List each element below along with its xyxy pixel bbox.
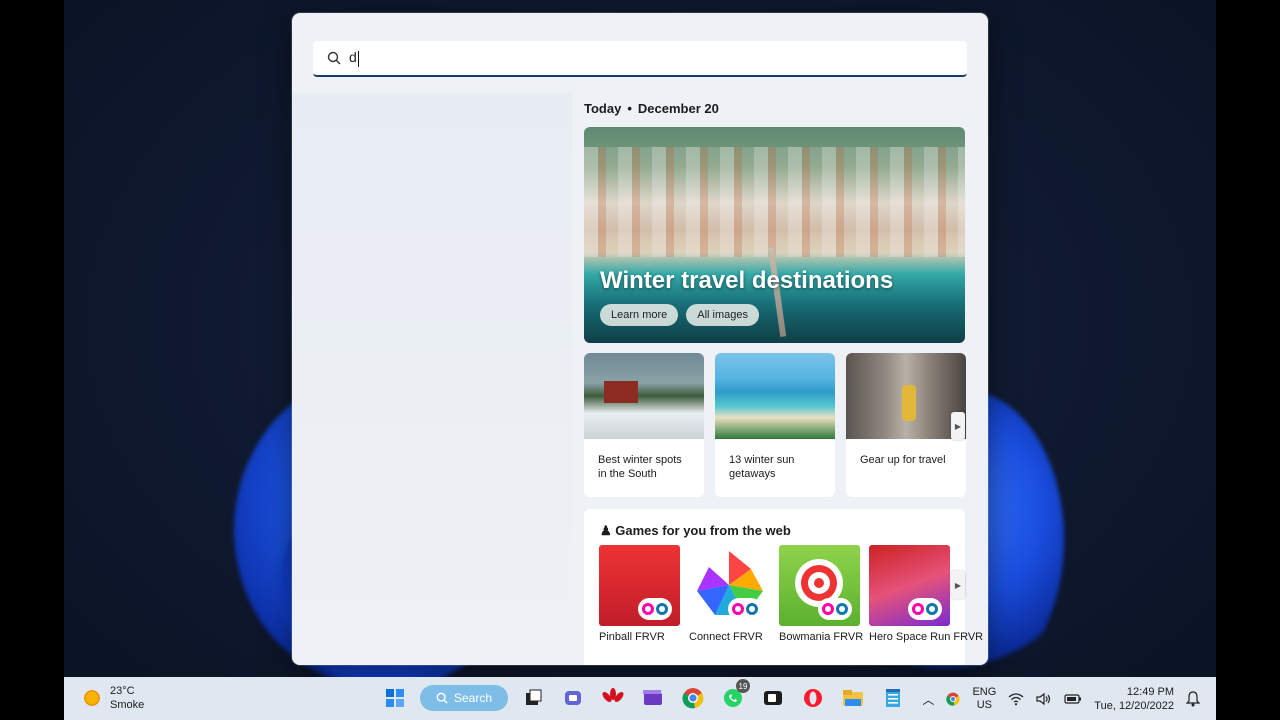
hero-title: Winter travel destinations bbox=[600, 267, 894, 294]
story-caption: Gear up for travel bbox=[860, 454, 946, 466]
story-cards: Best winter spots in the South 13 winter… bbox=[584, 353, 966, 497]
camera-icon[interactable] bbox=[758, 683, 788, 713]
cards-next-arrow-icon[interactable]: ▶ bbox=[951, 412, 965, 440]
notification-icon[interactable] bbox=[1186, 691, 1200, 707]
search-query-text: d bbox=[349, 49, 359, 67]
story-caption: 13 winter sun getaways bbox=[729, 454, 795, 480]
hero-card[interactable]: Winter travel destinations Learn more Al… bbox=[584, 127, 965, 343]
games-icon: ♟ bbox=[600, 523, 612, 538]
game-label: Pinball FRVR bbox=[599, 631, 665, 643]
pinball-icon bbox=[599, 545, 680, 626]
story-card[interactable]: Best winter spots in the South bbox=[584, 353, 704, 497]
wifi-icon[interactable] bbox=[1008, 692, 1024, 706]
weather-desc: Smoke bbox=[110, 699, 145, 711]
keyboard-region: US bbox=[976, 699, 992, 711]
chrome-tray-icon[interactable] bbox=[946, 692, 961, 706]
file-explorer-icon[interactable] bbox=[838, 683, 868, 713]
taskbar: 23°C Smoke Search 19 ︿ ENG US 12:49 PM T… bbox=[64, 677, 1216, 720]
volume-icon[interactable] bbox=[1036, 692, 1052, 706]
whatsapp-icon[interactable]: 19 bbox=[718, 679, 750, 713]
bowmania-icon bbox=[779, 545, 860, 626]
weather-temp: 23°C bbox=[110, 685, 135, 697]
games-next-arrow-icon[interactable]: ▶ bbox=[951, 571, 965, 599]
huawei-icon[interactable] bbox=[598, 683, 628, 713]
hero-space-run-icon bbox=[869, 545, 950, 626]
story-card[interactable]: Gear up for travel bbox=[846, 353, 966, 497]
search-icon bbox=[436, 692, 448, 704]
all-images-button[interactable]: All images bbox=[686, 304, 760, 326]
notepad-icon[interactable] bbox=[878, 683, 908, 713]
whatsapp-badge: 19 bbox=[736, 679, 750, 693]
language-code: ENG bbox=[972, 686, 997, 698]
story-image bbox=[846, 353, 966, 439]
connect-icon bbox=[689, 545, 770, 626]
games-heading: ♟ Games for you from the web bbox=[600, 523, 791, 538]
clipchamp-icon[interactable] bbox=[638, 683, 668, 713]
chevron-up-icon[interactable]: ︿ bbox=[922, 691, 934, 708]
today-header: Today • December 20 bbox=[584, 101, 719, 116]
weather-widget[interactable]: 23°C Smoke bbox=[82, 684, 144, 712]
game-tile[interactable]: Bowmania FRVR bbox=[779, 545, 864, 643]
weather-sun-icon bbox=[82, 688, 102, 708]
game-tile[interactable]: Hero Space Run FRVR bbox=[869, 545, 984, 643]
story-image bbox=[715, 353, 835, 439]
story-card[interactable]: 13 winter sun getaways bbox=[715, 353, 835, 497]
clock-time: 12:49 PM bbox=[1126, 686, 1174, 698]
learn-more-button[interactable]: Learn more bbox=[600, 304, 679, 326]
story-image bbox=[584, 353, 704, 439]
start-icon[interactable] bbox=[380, 683, 410, 713]
battery-icon[interactable] bbox=[1064, 693, 1082, 705]
search-results-pane bbox=[292, 93, 572, 665]
chrome-icon[interactable] bbox=[678, 683, 708, 713]
clock-date: Tue, 12/20/2022 bbox=[1094, 700, 1174, 712]
game-label: Hero Space Run FRVR bbox=[869, 631, 984, 643]
game-tile[interactable]: Connect FRVR bbox=[689, 545, 770, 643]
game-label: Bowmania FRVR bbox=[779, 631, 864, 643]
taskbar-search-label: Search bbox=[453, 691, 493, 705]
search-panel: d Today • December 20 Winter travel destin… bbox=[292, 13, 988, 665]
task-view-icon[interactable] bbox=[518, 683, 548, 713]
system-tray: ︿ ENG US 12:49 PM Tue, 12/20/2022 bbox=[922, 685, 1200, 713]
teams-icon[interactable] bbox=[558, 683, 588, 713]
today-date: December 20 bbox=[637, 101, 719, 116]
today-label: Today bbox=[584, 101, 622, 116]
taskbar-search-button[interactable]: Search bbox=[420, 685, 508, 711]
game-label: Connect FRVR bbox=[689, 631, 763, 643]
clock[interactable]: 12:49 PM Tue, 12/20/2022 bbox=[1094, 685, 1174, 713]
opera-icon[interactable] bbox=[798, 683, 828, 713]
search-icon bbox=[327, 51, 341, 65]
language-indicator[interactable]: ENG US bbox=[972, 686, 996, 712]
games-section: ♟ Games for you from the web Pinball FRV… bbox=[584, 509, 984, 665]
game-tile[interactable]: Pinball FRVR bbox=[599, 545, 680, 643]
search-input[interactable]: d bbox=[313, 41, 967, 77]
story-caption: Best winter spots in the South bbox=[598, 454, 682, 480]
